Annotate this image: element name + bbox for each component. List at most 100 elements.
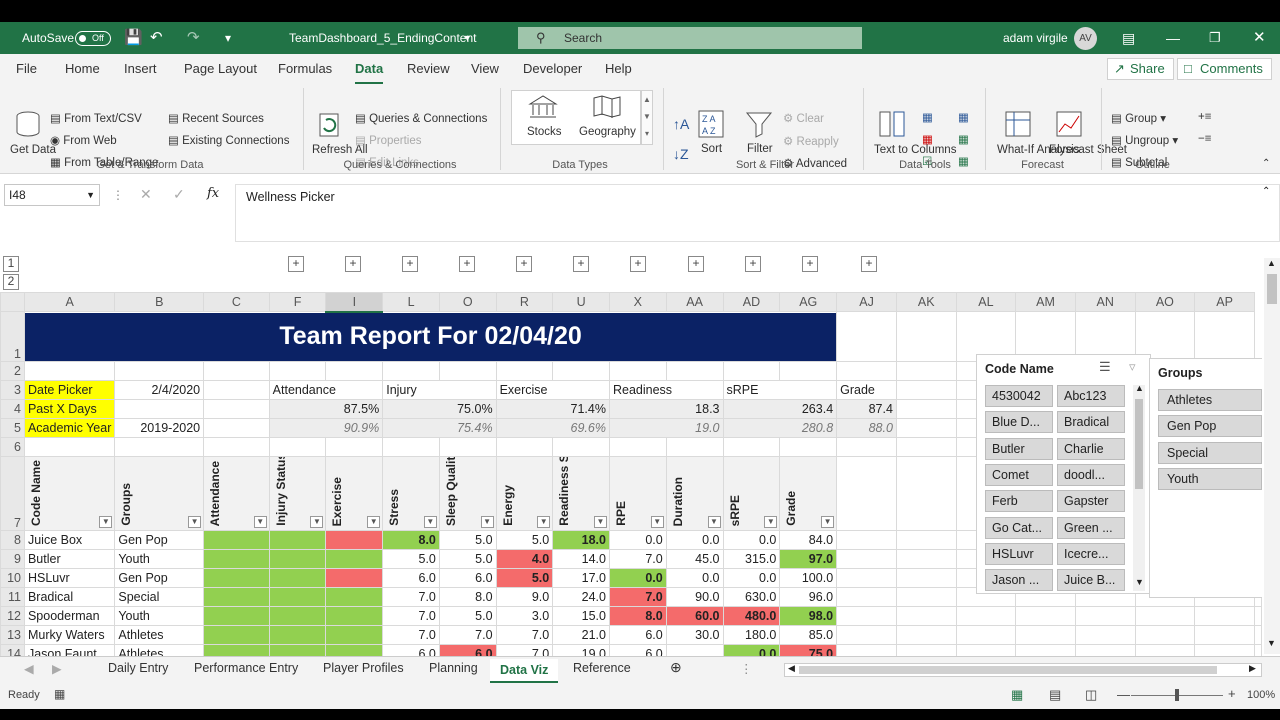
- avatar[interactable]: AV: [1074, 27, 1097, 50]
- slicer-item[interactable]: HSLuvr: [985, 543, 1053, 565]
- cell-sleep[interactable]: 5.0: [438, 530, 497, 550]
- cell-injury[interactable]: [268, 606, 327, 626]
- cell-attendance[interactable]: [203, 568, 270, 588]
- expand-button[interactable]: +: [688, 256, 704, 272]
- cell-attendance[interactable]: [203, 625, 270, 645]
- column-header[interactable]: AO: [1134, 292, 1196, 312]
- restore-icon[interactable]: ❐: [1209, 22, 1221, 54]
- menu-insert[interactable]: Insert: [124, 61, 157, 76]
- column-header[interactable]: A: [23, 292, 116, 312]
- cell-code-name[interactable]: Spooderman: [23, 606, 116, 626]
- queries-connections-button[interactable]: ▤ Queries & Connections: [355, 111, 487, 125]
- cell-energy[interactable]: 7.0: [495, 625, 554, 645]
- scroll-up-icon[interactable]: ▲: [1267, 258, 1276, 268]
- expand-button[interactable]: +: [402, 256, 418, 272]
- cell-grade[interactable]: 85.0: [779, 625, 838, 645]
- cell-grade[interactable]: 97.0: [779, 549, 838, 569]
- consolidate-icon[interactable]: ▦: [958, 110, 969, 124]
- header-grade[interactable]: Grade ▼: [779, 456, 838, 531]
- name-box[interactable]: I48 ▼: [4, 184, 100, 206]
- cell-readiness[interactable]: 15.0: [552, 606, 610, 626]
- past-readiness[interactable]: 18.3: [608, 399, 724, 419]
- cell-energy[interactable]: 3.0: [495, 606, 554, 626]
- header-duration[interactable]: Duration ▼: [665, 456, 724, 531]
- tab-reference[interactable]: Reference: [573, 661, 631, 675]
- recent-sources-button[interactable]: ▤ Recent Sources: [168, 111, 264, 125]
- slicer-item[interactable]: Jason ...: [985, 569, 1053, 591]
- cell-duration[interactable]: 30.0: [665, 625, 724, 645]
- cell-rpe[interactable]: 8.0: [608, 606, 667, 626]
- sort-asc-icon[interactable]: ↑A: [673, 116, 689, 132]
- slicer-item[interactable]: Youth: [1158, 468, 1262, 490]
- clear-filter-icon[interactable]: ▿: [1129, 359, 1136, 375]
- expand-button[interactable]: +: [630, 256, 646, 272]
- menu-home[interactable]: Home: [65, 61, 100, 76]
- cell-duration[interactable]: 0.0: [665, 568, 724, 588]
- slicer-item[interactable]: Gen Pop: [1158, 415, 1262, 437]
- expand-button[interactable]: +: [459, 256, 475, 272]
- cell-duration[interactable]: 60.0: [665, 606, 724, 626]
- cell-injury[interactable]: [268, 530, 327, 550]
- cell-attendance[interactable]: [203, 587, 270, 607]
- reapply-button[interactable]: ⚙ Reapply: [783, 134, 839, 148]
- geography-button[interactable]: Geography: [579, 126, 636, 138]
- menu-view[interactable]: View: [471, 61, 499, 76]
- cell-group[interactable]: Gen Pop: [114, 568, 205, 588]
- expand-button[interactable]: +: [573, 256, 589, 272]
- header-groups[interactable]: Groups ▼: [114, 456, 205, 531]
- header-sleep-quality[interactable]: Sleep Quality ▼: [438, 456, 497, 531]
- cell-code-name[interactable]: Bradical: [23, 587, 116, 607]
- tab-performance-entry[interactable]: Performance Entry: [194, 661, 298, 675]
- page-layout-icon[interactable]: ▤: [1049, 687, 1061, 703]
- slicer-item[interactable]: Butler: [985, 438, 1053, 460]
- customize-qat-icon[interactable]: ▾: [225, 22, 231, 54]
- cell-rpe[interactable]: 0.0: [608, 568, 667, 588]
- expand-button[interactable]: +: [802, 256, 818, 272]
- slicer-item[interactable]: Charlie: [1057, 438, 1125, 460]
- cell-group[interactable]: Youth: [114, 606, 205, 626]
- text-to-columns-button[interactable]: Text to Columns: [874, 144, 956, 157]
- cell-sleep[interactable]: 5.0: [438, 549, 497, 569]
- group-button[interactable]: ▤ Group ▾: [1111, 111, 1166, 125]
- menu-help[interactable]: Help: [605, 61, 632, 76]
- collapse-ribbon-icon[interactable]: ⌃: [1262, 158, 1270, 169]
- slicer-scrollbar[interactable]: ▲ ▼: [1133, 383, 1145, 591]
- header-attendance[interactable]: Attendance ▼: [203, 456, 270, 531]
- menu-review[interactable]: Review: [407, 61, 450, 76]
- academic-year-value[interactable]: 2019-2020: [114, 418, 205, 438]
- stocks-button[interactable]: Stocks: [527, 126, 562, 138]
- cell-rpe[interactable]: 0.0: [608, 530, 667, 550]
- cell-stress[interactable]: 8.0: [382, 530, 440, 550]
- column-header[interactable]: O: [438, 292, 497, 312]
- row-header[interactable]: 8: [0, 530, 25, 550]
- cell-stress[interactable]: 7.0: [382, 625, 440, 645]
- cell-energy[interactable]: 9.0: [495, 587, 554, 607]
- cell-exercise[interactable]: [325, 625, 384, 645]
- header-injury-status[interactable]: Injury Status ▼: [268, 456, 327, 531]
- minimize-icon[interactable]: —: [1166, 22, 1180, 54]
- grade-label[interactable]: Grade: [836, 380, 897, 400]
- year-grade[interactable]: 88.0: [836, 418, 897, 438]
- prev-sheet-icon[interactable]: ◀: [24, 661, 34, 676]
- row-header[interactable]: 12: [0, 606, 25, 626]
- cell-grade[interactable]: 84.0: [779, 530, 838, 550]
- cell-exercise[interactable]: [325, 568, 384, 588]
- column-header[interactable]: AG: [779, 292, 838, 312]
- cell-energy[interactable]: 4.0: [495, 549, 554, 569]
- scroll-thumb[interactable]: [1135, 399, 1143, 489]
- cell-injury[interactable]: [268, 568, 327, 588]
- slicer-item[interactable]: Green ...: [1057, 517, 1125, 539]
- tab-daily-entry[interactable]: Daily Entry: [108, 661, 168, 675]
- scroll-thumb[interactable]: [1267, 274, 1277, 304]
- header-energy[interactable]: Energy ▼: [495, 456, 554, 531]
- cell-sleep[interactable]: 5.0: [438, 606, 497, 626]
- zoom-level[interactable]: 100%: [1247, 689, 1275, 701]
- tab-player-profiles[interactable]: Player Profiles: [323, 661, 404, 675]
- menu-file[interactable]: File: [16, 61, 37, 76]
- zoom-thumb[interactable]: [1175, 689, 1179, 701]
- cell-attendance[interactable]: [203, 530, 270, 550]
- expand-button[interactable]: +: [516, 256, 532, 272]
- filter-button[interactable]: Filter: [747, 143, 773, 155]
- scroll-left-icon[interactable]: ◀: [788, 663, 795, 674]
- slicer-item[interactable]: Special: [1158, 442, 1262, 464]
